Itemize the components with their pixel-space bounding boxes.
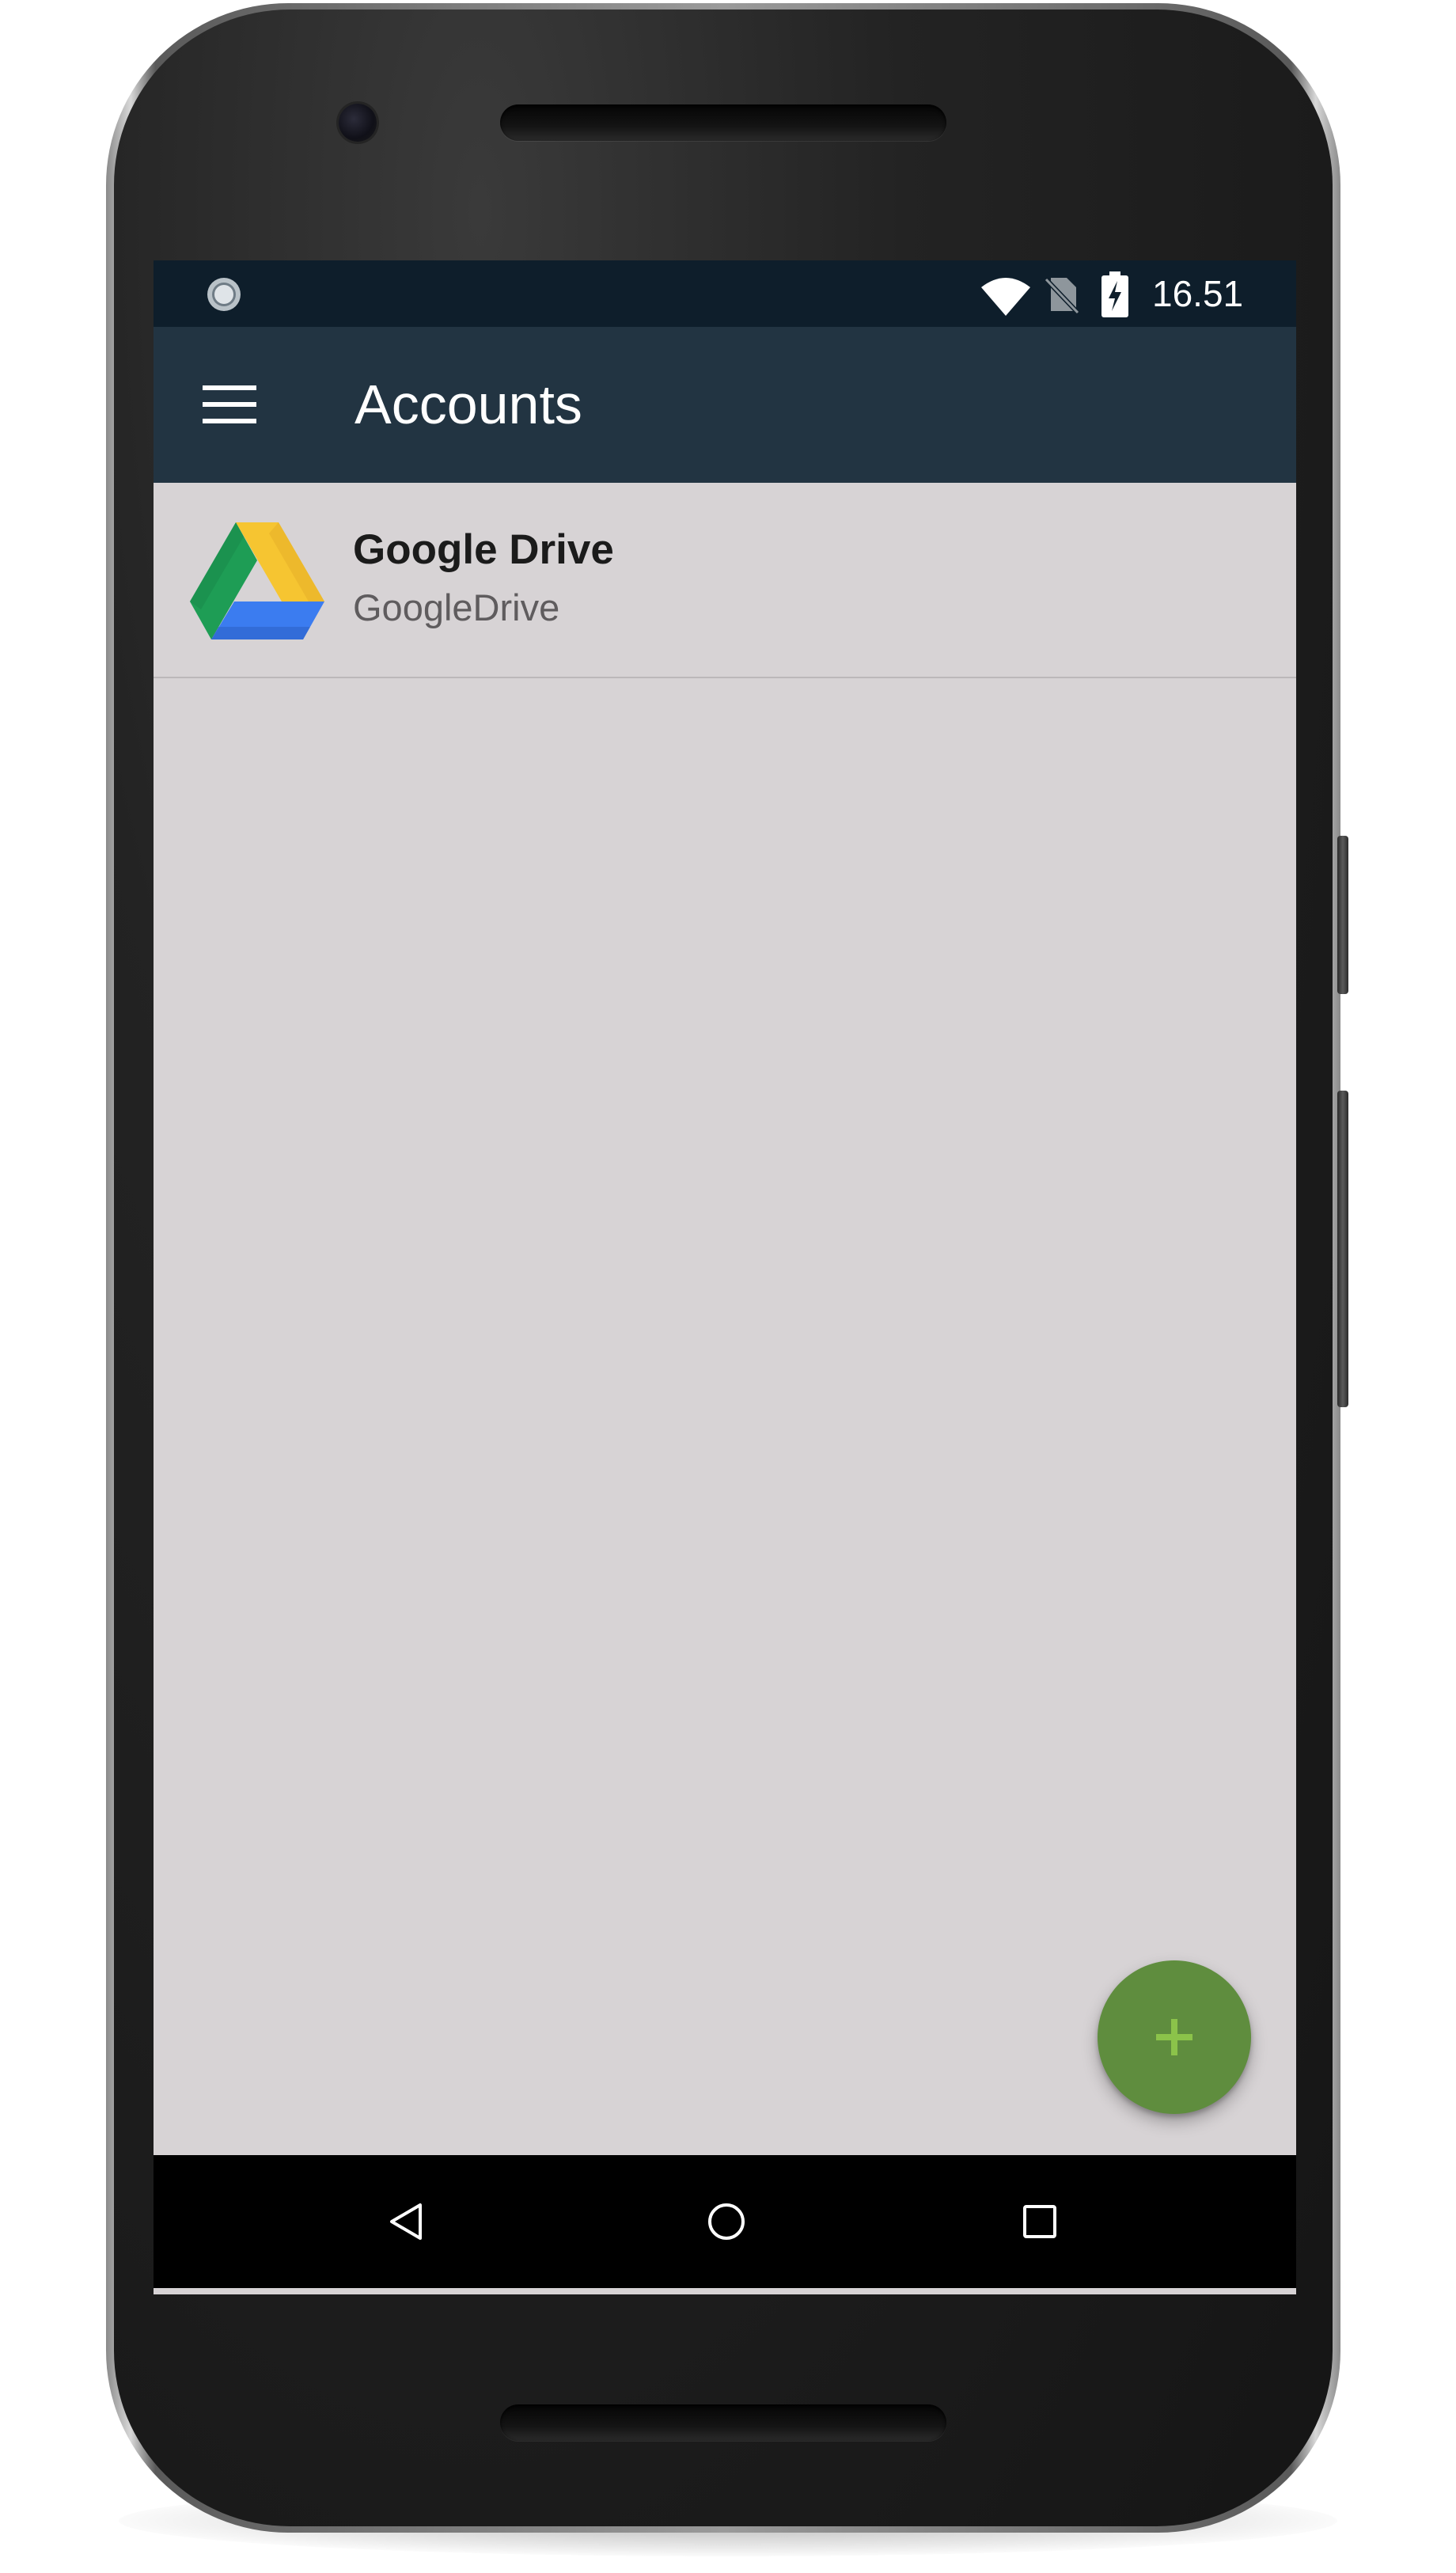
list-item-google-drive[interactable]: Google Drive GoogleDrive: [154, 483, 1296, 678]
bottom-speaker: [500, 2404, 946, 2441]
battery-charging-icon: [1101, 271, 1128, 317]
hamburger-menu-icon: [203, 384, 256, 425]
back-button[interactable]: [367, 2182, 446, 2261]
app-bar: Accounts: [154, 327, 1296, 483]
volume-button: [1337, 1091, 1348, 1407]
front-camera: [339, 104, 377, 142]
google-drive-icon: [190, 522, 324, 639]
home-button[interactable]: [687, 2182, 766, 2261]
screen: 16.51 Accounts Google Drive GoogleDrive: [154, 260, 1296, 2294]
status-time: 16.51: [1152, 273, 1244, 314]
account-name: Google Drive: [353, 526, 614, 573]
page-title: Accounts: [355, 374, 582, 435]
sync-icon: [206, 276, 242, 313]
page: 16.51 Accounts Google Drive GoogleDrive: [0, 0, 1456, 2573]
power-button: [1337, 836, 1348, 994]
add-account-button[interactable]: [1098, 1960, 1251, 2114]
recents-button[interactable]: [1000, 2182, 1079, 2261]
status-bar: 16.51: [154, 260, 1296, 327]
menu-button[interactable]: [185, 363, 274, 446]
navigation-bar: [154, 2155, 1296, 2288]
top-speaker: [500, 104, 946, 141]
plus-icon: [1155, 2017, 1194, 2057]
account-list: Google Drive GoogleDrive: [154, 483, 1296, 678]
wifi-icon: [980, 276, 1032, 317]
account-type: GoogleDrive: [353, 586, 560, 628]
no-sim-icon: [1043, 275, 1080, 315]
